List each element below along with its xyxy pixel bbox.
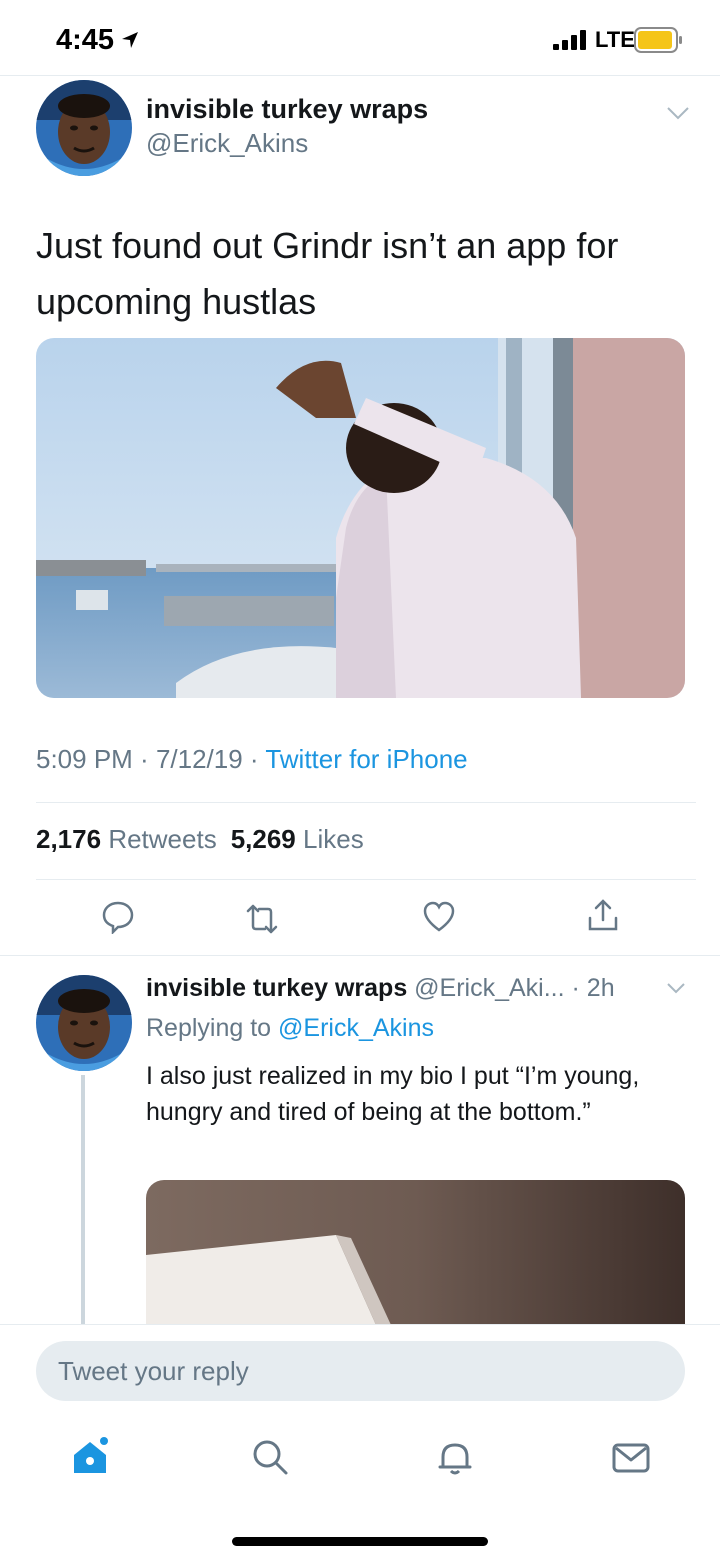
divider <box>36 879 696 880</box>
reply-text: I also just realized in my bio I put “I’… <box>146 1062 640 1126</box>
divider <box>0 955 720 956</box>
likes-label: Likes <box>303 824 364 854</box>
notifications-icon[interactable] <box>435 1437 475 1477</box>
reply-input[interactable]: Tweet your reply <box>36 1341 685 1401</box>
tweet-image[interactable] <box>36 338 685 698</box>
author-handle[interactable]: @Erick_Akins <box>146 128 308 159</box>
network-label: LTE <box>595 27 635 52</box>
chevron-down-icon[interactable] <box>666 106 690 120</box>
location-arrow-icon <box>122 32 138 48</box>
reply-author-handle[interactable]: @Erick_Aki... <box>414 974 564 1002</box>
tweet-date: 7/12/19 <box>155 744 243 774</box>
tweet-text: Just found out Grindr isn’t an app for u… <box>36 225 619 322</box>
reply-author-avatar[interactable] <box>36 975 132 1071</box>
tweet-time: 5:09 PM <box>36 744 133 774</box>
reply-header: invisible turkey wraps @Erick_Aki... · 2… <box>146 974 615 1002</box>
reply-author-name[interactable]: invisible turkey wraps <box>146 974 407 1002</box>
reply-time: 2h <box>586 974 615 1002</box>
author-name[interactable]: invisible turkey wraps <box>146 94 428 125</box>
chevron-down-icon[interactable] <box>666 982 686 994</box>
retweets-stat[interactable]: 2,176 Retweets <box>36 824 217 854</box>
like-icon[interactable] <box>422 900 456 934</box>
tweet-stats: 2,176 Retweets 5,269 Likes <box>36 824 364 855</box>
divider <box>36 802 696 803</box>
home-indicator <box>232 1537 488 1546</box>
reply-image[interactable] <box>146 1180 685 1325</box>
signal-bars-icon <box>553 30 586 50</box>
likes-count: 5,269 <box>230 824 296 854</box>
share-icon[interactable] <box>586 898 620 932</box>
author-avatar[interactable] <box>36 80 132 176</box>
status-bar: 4:45 LTE <box>0 0 720 76</box>
home-icon[interactable] <box>70 1437 110 1477</box>
status-time: 4:45 <box>56 24 115 56</box>
reply-composer: Tweet your reply <box>0 1324 720 1559</box>
likes-stat[interactable]: 5,269 Likes <box>231 824 364 854</box>
tweet-timestamp: 5:09 PM · 7/12/19 · Twitter for iPhone <box>36 744 468 774</box>
replying-to: Replying to @Erick_Akins <box>146 1014 434 1043</box>
search-icon[interactable] <box>250 1437 290 1477</box>
retweet-icon[interactable] <box>245 902 279 936</box>
battery-icon <box>634 27 682 53</box>
retweets-label: Retweets <box>108 824 217 854</box>
retweets-count: 2,176 <box>36 824 102 854</box>
thread-line <box>81 1075 85 1325</box>
replying-to-mention[interactable]: @Erick_Akins <box>278 1014 434 1042</box>
replying-to-label: Replying to <box>146 1014 272 1042</box>
tweet-source-link[interactable]: Twitter for iPhone <box>265 744 467 774</box>
messages-icon[interactable] <box>611 1437 651 1477</box>
reply-icon[interactable] <box>101 900 135 934</box>
